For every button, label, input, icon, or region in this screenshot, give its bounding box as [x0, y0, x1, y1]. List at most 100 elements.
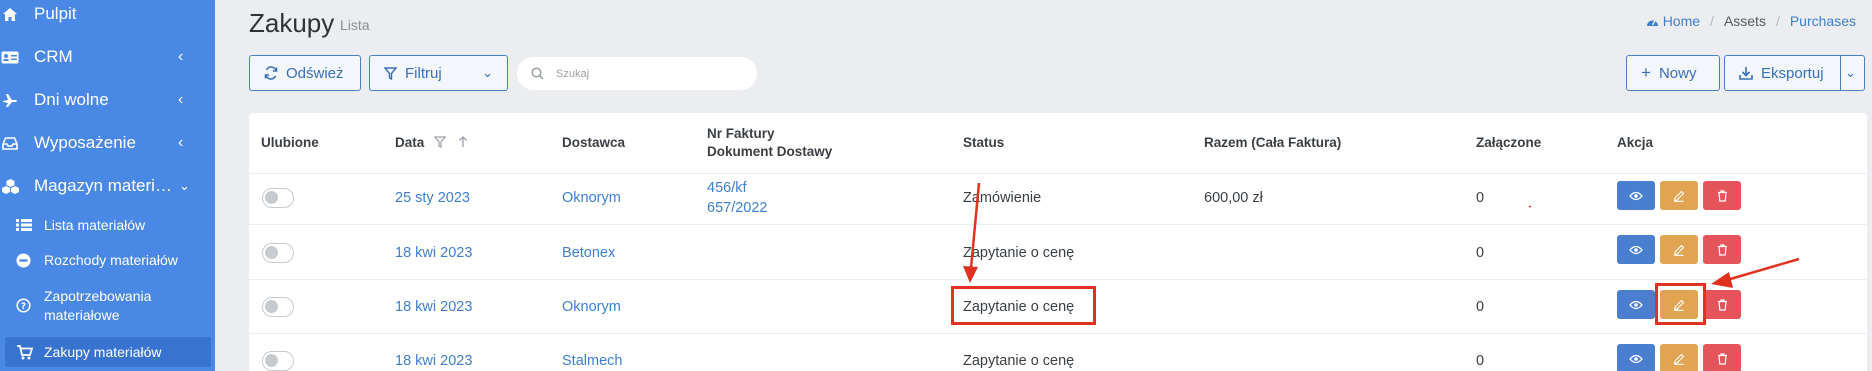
attached-count: 0 [1476, 353, 1485, 369]
new-button[interactable]: + Nowy [1626, 55, 1720, 91]
sidebar-item-label: Magazyn materiał… [34, 176, 179, 195]
cubes-icon [0, 177, 20, 195]
export-label: Eksportuj [1761, 64, 1824, 82]
invoice-link[interactable]: 456/kf [707, 179, 747, 198]
sidebar-item-label: Pulpit [34, 4, 77, 23]
divider [249, 173, 1867, 174]
breadcrumb-home[interactable]: Home [1646, 13, 1700, 29]
trash-icon [1717, 298, 1727, 311]
date-link[interactable]: 18 kwi 2023 [395, 244, 472, 263]
chevron-down-icon[interactable]: ⌄ [1845, 65, 1856, 81]
view-button[interactable] [1617, 235, 1655, 264]
breadcrumb-separator: / [1710, 13, 1714, 29]
date-link[interactable]: 25 sty 2023 [395, 189, 470, 208]
search-icon [531, 67, 544, 80]
attached-count: 0 [1476, 245, 1485, 261]
col-header-invoice: Nr Faktury Dokument Dostawy [707, 125, 832, 161]
col-header-date[interactable]: Data [395, 134, 468, 152]
refresh-icon [264, 66, 278, 80]
id-card-icon [0, 48, 20, 66]
sidebar-subitem-label: Zapotrzebowania [44, 288, 152, 304]
divider [1840, 56, 1841, 90]
purchases-table: Ulubione Data Dostawca Nr Faktury Dokume… [249, 113, 1867, 371]
favorite-toggle[interactable] [262, 351, 294, 371]
pencil-icon [1673, 190, 1685, 202]
sidebar-subitem-lista-materialow[interactable]: Lista materiałów [0, 216, 215, 235]
edit-button[interactable] [1660, 235, 1698, 264]
supplier-link[interactable]: Oknorym [562, 298, 621, 317]
annotation-highlight-edit [1655, 283, 1706, 325]
page-subtitle: Lista [340, 17, 370, 33]
sidebar-subitem-zapotrzebowania[interactable]: ? Zapotrzebowania materiałowe [0, 287, 215, 325]
breadcrumb-separator: / [1775, 13, 1780, 29]
eye-icon [1629, 191, 1643, 200]
total-value: 600,00 zł [1204, 190, 1263, 206]
edit-button[interactable] [1660, 344, 1698, 371]
col-header-invoice-line2: Dokument Dostawy [707, 144, 833, 159]
sidebar-subitem-rozchody[interactable]: Rozchody materiałów [0, 251, 215, 270]
eye-icon [1629, 245, 1643, 254]
eye-icon [1629, 300, 1643, 309]
status-text: Zamówienie [963, 190, 1042, 206]
dashboard-icon [1646, 20, 1658, 26]
filter-icon[interactable] [433, 136, 447, 148]
sidebar-item-dni-wolne[interactable]: Dni wolne ‹ [0, 89, 215, 111]
export-button[interactable]: Eksportuj ⌄ [1724, 55, 1865, 91]
minus-circle-icon [16, 253, 31, 271]
chevron-left-icon: ‹ [178, 91, 184, 108]
divider [249, 224, 1867, 225]
sidebar-subitem-label: Lista materiałów [44, 217, 146, 233]
sidebar-item-crm[interactable]: CRM ‹ [0, 46, 215, 68]
search-input[interactable]: Szukaj [517, 57, 757, 90]
home-icon [0, 5, 20, 23]
edit-button[interactable] [1660, 181, 1698, 210]
filter-label: Filtruj [405, 64, 442, 82]
sidebar-subitem-label: Zakupy materiałów [44, 344, 162, 360]
delete-button[interactable] [1703, 344, 1741, 371]
divider [249, 279, 1867, 280]
refresh-button[interactable]: Odśwież [249, 55, 361, 91]
sidebar-item-label: Wyposażenie [34, 133, 136, 152]
svg-text:?: ? [21, 302, 26, 312]
favorite-toggle[interactable] [262, 188, 294, 208]
supplier-link[interactable]: Stalmech [562, 352, 622, 371]
delete-button[interactable] [1703, 290, 1741, 319]
supplier-link[interactable]: Oknorym [562, 189, 621, 208]
favorite-toggle[interactable] [262, 243, 294, 263]
sidebar-item-magazyn[interactable]: Magazyn materiał… ⌄ [0, 175, 215, 197]
col-header-status: Status [963, 135, 1005, 150]
divider [249, 333, 1867, 334]
breadcrumb-home-label: Home [1662, 13, 1701, 29]
delete-button[interactable] [1703, 235, 1741, 264]
filter-icon [384, 66, 397, 80]
question-circle-icon: ? [16, 298, 31, 316]
col-header-supplier: Dostawca [562, 135, 626, 150]
delete-button[interactable] [1703, 181, 1741, 210]
view-button[interactable] [1617, 290, 1655, 319]
delivery-doc-link[interactable]: 657/2022 [707, 199, 767, 218]
refresh-label: Odśwież [286, 64, 344, 82]
view-button[interactable] [1617, 181, 1655, 210]
sidebar-item-pulpit[interactable]: Pulpit [0, 3, 215, 25]
annotation-highlight-status [951, 286, 1096, 325]
view-button[interactable] [1617, 344, 1655, 371]
sort-up-icon[interactable] [458, 136, 468, 148]
sidebar-subitem-zakupy[interactable]: Zakupy materiałów [5, 337, 211, 367]
inbox-icon [0, 134, 20, 152]
sidebar-item-wyposazenie[interactable]: Wyposażenie ‹ [0, 132, 215, 154]
list-icon [16, 218, 32, 235]
sidebar-item-label: CRM [34, 47, 73, 66]
filter-button[interactable]: Filtruj ⌄ [369, 55, 508, 91]
sidebar: Pulpit CRM ‹ Dni wolne ‹ Wyposażenie ‹ M… [0, 0, 215, 371]
date-link[interactable]: 18 kwi 2023 [395, 298, 472, 317]
pencil-icon [1673, 353, 1685, 365]
plane-icon [0, 91, 20, 109]
chevron-down-icon: ⌄ [482, 65, 493, 80]
supplier-link[interactable]: Betonex [562, 244, 615, 263]
breadcrumb-assets[interactable]: Assets [1724, 13, 1766, 29]
favorite-toggle[interactable] [262, 297, 294, 317]
col-header-attached: Załączone [1476, 135, 1542, 150]
date-link[interactable]: 18 kwi 2023 [395, 352, 472, 371]
breadcrumb: Home / Assets / Purchases [1646, 13, 1856, 29]
col-header-total: Razem (Cała Faktura) [1204, 135, 1342, 150]
